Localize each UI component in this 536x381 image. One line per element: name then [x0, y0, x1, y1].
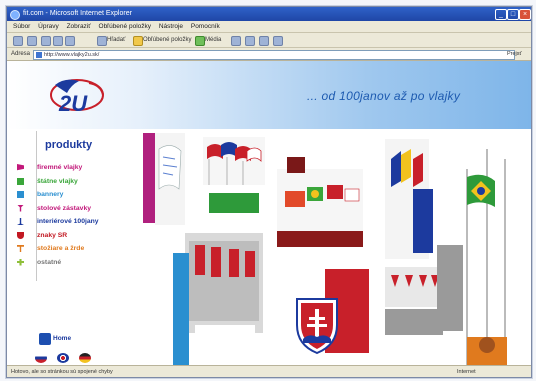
favorites-icon[interactable]	[133, 36, 143, 46]
collage-green-block	[209, 193, 259, 213]
monitor-background: fit.com - Microsoft Internet Explorer _ …	[0, 0, 536, 381]
flag-icon	[17, 164, 24, 171]
status-bar: Hotovo, ale so stránkou sú spojené chyby…	[7, 365, 531, 377]
site-header: 2U ... od 100janov až po vlajky	[7, 61, 531, 129]
close-icon[interactable]: ×	[519, 9, 531, 20]
browser-window: fit.com - Microsoft Internet Explorer _ …	[6, 6, 532, 378]
nav-label: štátne vlajky	[37, 177, 78, 185]
media-icon[interactable]	[195, 36, 205, 46]
nav-item-stoziare-a-zrde[interactable]: stožiare a žrde	[17, 242, 137, 256]
coat-of-arms-icon	[17, 231, 24, 239]
page-icon	[36, 52, 42, 58]
print-icon[interactable]	[259, 36, 269, 46]
collage-photo-pennants	[385, 267, 443, 307]
menu-file[interactable]: Súbor	[13, 21, 30, 32]
nav-item-firemne-vlajky[interactable]: firemné vlajky	[17, 161, 137, 175]
collage-dark-red-block	[277, 231, 363, 247]
plus-icon	[17, 258, 24, 266]
nav-label: firemné vlajky	[37, 164, 83, 171]
mail-icon[interactable]	[245, 36, 255, 46]
browser-toolbar: Hľadať Obľúbené položky Média	[7, 33, 531, 48]
address-value: http://www.vlajky2u.sk/	[44, 52, 100, 58]
search-icon[interactable]	[97, 36, 107, 46]
nav-label: bannery	[37, 191, 64, 198]
favorites-button-label[interactable]: Obľúbené položky	[143, 33, 191, 47]
address-input[interactable]: http://www.vlajky2u.sk/	[33, 50, 515, 60]
home-icon	[39, 333, 51, 345]
edit-icon[interactable]	[273, 36, 283, 46]
menu-favorites[interactable]: Obľúbené položky	[99, 21, 152, 32]
collage-grey-block	[437, 245, 463, 331]
address-bar: Adresa http://www.vlajky2u.sk/ Prejsť	[7, 48, 531, 61]
nav-label: stolové zástavky	[37, 204, 92, 212]
maximize-icon[interactable]: □	[507, 9, 519, 20]
site-slogan: ... od 100janov až po vlajky	[307, 89, 461, 103]
logo-text: 2U	[58, 91, 88, 116]
site-logo[interactable]: 2U	[45, 75, 115, 119]
refresh-icon[interactable]	[53, 36, 63, 46]
slovak-flag-icon[interactable]	[35, 353, 47, 363]
flag-icon	[17, 177, 24, 185]
banner-icon	[17, 191, 24, 198]
menu-view[interactable]: Zobraziť	[67, 21, 91, 32]
products-title: produkty	[45, 139, 93, 151]
language-switcher	[35, 353, 125, 365]
collage-light-blue-block	[173, 253, 189, 365]
nav-label: znaky SR	[37, 231, 68, 239]
product-collage	[143, 133, 507, 365]
forward-icon[interactable]	[27, 36, 37, 46]
browser-icon	[10, 10, 20, 20]
menu-help[interactable]: Pomocník	[191, 21, 220, 32]
nav-item-ostatne[interactable]: ostatné	[17, 256, 137, 270]
nav-label: interiérové 100jany	[37, 218, 99, 225]
history-icon[interactable]	[231, 36, 241, 46]
home-label: Home	[53, 335, 72, 342]
minimize-icon[interactable]: _	[495, 9, 507, 20]
menu-tools[interactable]: Nástroje	[159, 21, 183, 32]
window-title: fit.com - Microsoft Internet Explorer	[23, 10, 132, 17]
nav-item-statne-vlajky[interactable]: štátne vlajky	[17, 175, 137, 189]
mast-icon	[17, 245, 24, 252]
zone-text: Internet	[457, 369, 476, 375]
go-button[interactable]: Prejsť	[507, 50, 525, 58]
media-button-label[interactable]: Média	[205, 33, 221, 47]
menu-bar: Súbor Úpravy Zobraziť Obľúbené položky N…	[7, 21, 531, 33]
nav-item-bannery[interactable]: bannery	[17, 188, 137, 202]
table-flag-icon	[17, 204, 24, 212]
german-flag-icon[interactable]	[79, 353, 91, 363]
address-label: Adresa	[11, 51, 31, 57]
products-nav: firemné vlajky štátne vlajky bannery sto…	[17, 161, 137, 269]
nav-item-interierove-100jany[interactable]: interiérové 100jany	[17, 215, 137, 229]
home-icon[interactable]	[65, 36, 75, 46]
web-page: 2U ... od 100janov až po vlajky produkty…	[7, 61, 531, 365]
menu-edit[interactable]: Úpravy	[38, 21, 59, 32]
nav-label: stožiare a žrde	[37, 245, 85, 252]
english-flag-icon[interactable]	[57, 353, 69, 363]
nav-item-stolove-zastavky[interactable]: stolové zástavky	[17, 202, 137, 216]
collage-magenta-band	[143, 133, 155, 223]
nav-item-znaky-sr[interactable]: znaky SR	[17, 229, 137, 243]
nav-label: ostatné	[37, 258, 62, 266]
collage-blue-block	[413, 189, 433, 253]
pole-icon	[17, 218, 24, 225]
back-icon[interactable]	[13, 36, 23, 46]
title-bar: fit.com - Microsoft Internet Explorer _ …	[7, 7, 531, 21]
search-button-label[interactable]: Hľadať	[107, 33, 125, 47]
stop-icon[interactable]	[41, 36, 51, 46]
status-text: Hotovo, ale so stránkou sú spojené chyby	[11, 369, 113, 375]
